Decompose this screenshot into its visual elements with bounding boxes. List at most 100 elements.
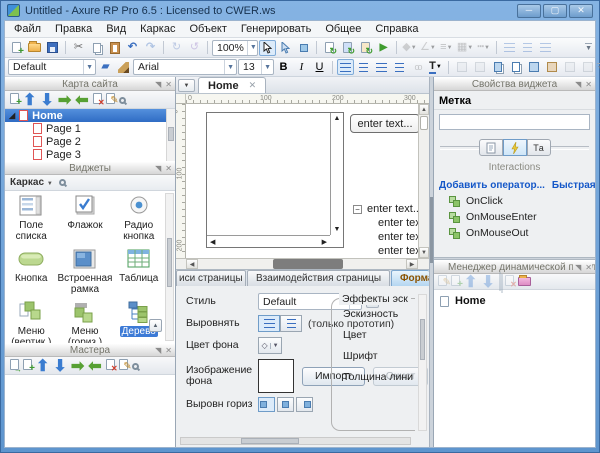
search-icon[interactable] [59, 179, 66, 186]
design-canvas[interactable]: ▲▼ ◀▶ enter text... − enter text... ente… [186, 104, 418, 258]
text-align-right-button[interactable] [373, 59, 390, 75]
generate-prototype-button[interactable] [321, 40, 338, 56]
rename-page-button[interactable] [106, 91, 115, 109]
page-align-center-button[interactable] [280, 315, 302, 332]
event-onmouseenter[interactable]: OnMouseEnter [434, 209, 595, 225]
outdent-button[interactable]: ⬅ [75, 90, 88, 110]
paste-button[interactable] [106, 40, 123, 56]
scrollbar-thumb[interactable] [420, 116, 428, 130]
widget-table[interactable]: Таблица [114, 248, 163, 295]
halign-right-button[interactable] [296, 397, 313, 412]
search-pages-button[interactable] [119, 91, 126, 109]
widget-menu-vertical[interactable]: Меню (вертик.) [7, 301, 56, 343]
show-all-panels-button[interactable] [518, 273, 531, 291]
format-painter-button[interactable] [115, 59, 132, 75]
menu-view[interactable]: Вид [99, 22, 133, 36]
halign-left-button[interactable] [258, 397, 275, 412]
select-parts-tool-button[interactable] [277, 40, 294, 56]
edit-style-button[interactable]: ▰ [97, 59, 114, 75]
group-button[interactable] [453, 59, 470, 75]
add-case-link[interactable]: Добавить оператор... [439, 180, 545, 191]
canvas-vscrollbar[interactable]: ▲ ▼ [418, 104, 429, 258]
bullet-list-button[interactable] [391, 59, 408, 75]
undock-icon[interactable]: ◥ [155, 346, 161, 355]
ungroup-button[interactable] [471, 59, 488, 75]
tab-formatting[interactable]: Tа [527, 139, 551, 156]
pointer-tool-button[interactable] [259, 40, 276, 56]
bring-forward-button[interactable] [525, 59, 542, 75]
close-icon[interactable]: ✕ [585, 80, 592, 89]
move-up-button[interactable]: ⬆ [23, 90, 36, 110]
widget-menu-horizontal[interactable]: Меню (гориз.) [56, 301, 115, 343]
style-select[interactable]: Default▼ [8, 59, 96, 75]
preview-button[interactable]: ▶ [375, 40, 392, 56]
tab-page-interactions[interactable]: Взаимодействия страницы [247, 270, 390, 286]
checkout-button[interactable]: ↺ [186, 40, 203, 56]
text-align-left-button[interactable] [337, 59, 354, 75]
line-color-button[interactable]: ∠▼ [419, 40, 437, 56]
copy-button[interactable] [88, 40, 105, 56]
canvas-hscrollbar[interactable]: ◀ ▶ [176, 258, 429, 269]
sitemap-item-home[interactable]: ◢ Home [5, 109, 175, 122]
rename-master-button[interactable] [119, 357, 128, 375]
widget-iframe[interactable]: Встроенная рамка [56, 248, 115, 295]
indent-button[interactable]: ➡ [58, 90, 71, 110]
connector-tool-button[interactable] [295, 40, 312, 56]
italic-button[interactable]: I [293, 59, 310, 75]
move-down-button[interactable]: ⬇ [53, 356, 66, 376]
distribute-h-button[interactable] [561, 59, 578, 75]
panel-hscrollbar[interactable] [180, 437, 411, 445]
add-folder-button[interactable] [23, 357, 32, 375]
collapse-icon[interactable]: − [353, 205, 362, 214]
text-color-button[interactable]: T▼ [427, 59, 444, 75]
new-button[interactable] [8, 40, 25, 56]
event-onclick[interactable]: OnClick [434, 193, 595, 209]
bold-button[interactable]: B [275, 59, 292, 75]
add-state-button[interactable] [451, 273, 460, 291]
close-button[interactable]: ✕ [569, 4, 593, 18]
widget-radio[interactable]: Радио кнопка [114, 195, 163, 242]
close-icon[interactable]: ✕ [165, 346, 172, 355]
masters-list[interactable] [5, 375, 175, 447]
generate-spec-button[interactable] [357, 40, 374, 56]
font-select[interactable]: Arial▼ [133, 59, 237, 75]
menu-object[interactable]: Объект [182, 22, 233, 36]
duplicate-button[interactable] [499, 273, 501, 291]
align-objects-right-button[interactable] [537, 40, 554, 56]
add-master-button[interactable] [10, 357, 19, 375]
edit-panel-button[interactable] [438, 273, 447, 291]
sitemap-item-page2[interactable]: Page 2 [5, 135, 175, 148]
distribute-v-button[interactable] [579, 59, 596, 75]
menu-help[interactable]: Справка [368, 22, 425, 36]
sitemap-item-page3[interactable]: Page 3 [5, 148, 175, 161]
close-icon[interactable]: ✕ [585, 263, 592, 272]
expander-icon[interactable]: ◢ [9, 112, 15, 120]
splitter-handle[interactable] [429, 77, 433, 447]
undock-icon[interactable]: ◥ [155, 164, 161, 173]
maximize-button[interactable]: ▢ [543, 4, 567, 18]
dash-style-button[interactable]: ┅▼ [475, 40, 492, 56]
line-width-button[interactable]: ≡▼ [438, 40, 455, 56]
send-backward-button[interactable] [543, 59, 560, 75]
listbox-widget[interactable]: ▲▼ ◀▶ [206, 112, 344, 248]
dynamic-panel-item-home[interactable]: Home [440, 295, 589, 307]
move-down-button[interactable]: ⬇ [40, 90, 53, 110]
tab-page-notes[interactable]: иси страницы [176, 270, 246, 286]
delete-state-button[interactable] [505, 273, 514, 291]
arrow-up-icon[interactable]: ▲ [419, 104, 429, 115]
close-tab-icon[interactable]: ✕ [249, 80, 257, 91]
menu-generate[interactable]: Генерировать [234, 22, 318, 36]
widget-button[interactable]: Кнопка [7, 248, 56, 295]
open-button[interactable] [26, 40, 43, 56]
outdent-button[interactable]: ⬅ [88, 356, 101, 376]
insert-link-button[interactable]: oo [409, 59, 426, 75]
close-icon[interactable]: ✕ [165, 164, 172, 173]
move-up-button[interactable]: ⬆ [36, 356, 49, 376]
close-icon[interactable]: ✕ [165, 80, 172, 89]
button-widget[interactable]: enter text... [350, 114, 418, 133]
delete-page-button[interactable] [93, 91, 102, 109]
halign-center-button[interactable] [277, 397, 294, 412]
redo-button[interactable]: ↷ [142, 40, 159, 56]
page-align-left-button[interactable] [258, 315, 280, 332]
tab-home[interactable]: Home ✕ [198, 77, 266, 93]
